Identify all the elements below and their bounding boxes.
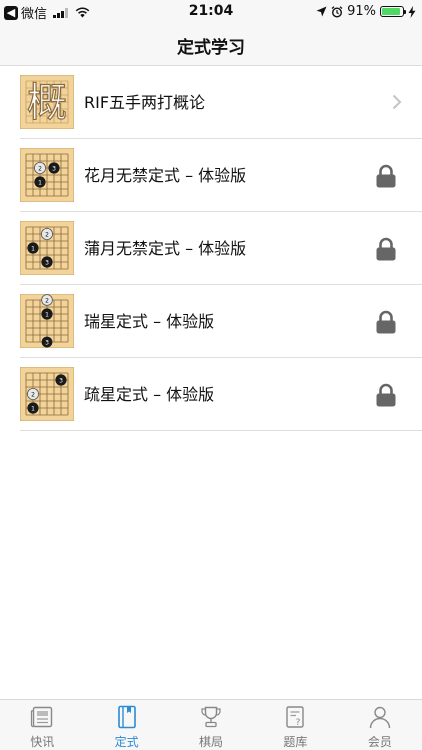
alarm-clock-icon: [331, 5, 343, 18]
tab-joseki[interactable]: 定式: [84, 700, 168, 750]
status-bar: ◀ 微信 21:04 91%: [0, 0, 422, 24]
battery-icon: [380, 6, 406, 17]
tab-problems[interactable]: ? 题库: [253, 700, 337, 750]
svg-text:2: 2: [45, 231, 49, 238]
lock-icon: [376, 164, 396, 188]
thumbnail-board-position: 2 1 3: [20, 221, 74, 275]
svg-text:1: 1: [38, 179, 42, 186]
navigation-bar: 定式学习: [0, 24, 422, 66]
list-item-label: 花月无禁定式 – 体验版: [84, 166, 247, 185]
thumbnail-overview: 概: [20, 75, 74, 129]
list-item-rif-intro[interactable]: 概 RIF五手两打概论: [20, 66, 422, 139]
tab-bar: 快讯 定式 棋局 ? 题库 会员: [0, 699, 422, 750]
list-item-ruixing-joseki[interactable]: 2 1 3 瑞星定式 – 体验版: [20, 285, 422, 358]
tab-label: 定式: [114, 735, 139, 749]
svg-text:1: 1: [45, 311, 49, 318]
list-item-label: 瑞星定式 – 体验版: [84, 312, 215, 331]
thumbnail-board-position: 2 3 1: [20, 148, 74, 202]
tab-games[interactable]: 棋局: [169, 700, 253, 750]
trophy-icon: [201, 706, 221, 728]
battery-percent: 91%: [347, 4, 376, 19]
svg-text:3: 3: [45, 339, 49, 346]
book-icon: [117, 705, 136, 729]
location-arrow-icon: [316, 6, 327, 17]
thumbnail-character: 概: [27, 80, 67, 126]
tab-news[interactable]: 快讯: [0, 700, 84, 750]
tab-label: 快讯: [30, 735, 55, 749]
list-item-label: 疏星定式 – 体验版: [84, 385, 215, 404]
thumbnail-board-position: 2 1 3: [20, 294, 74, 348]
svg-text:3: 3: [45, 259, 49, 266]
status-right: 91%: [316, 4, 416, 19]
charging-bolt-icon: [408, 5, 416, 18]
battery-level-fill: [382, 8, 401, 15]
svg-text:1: 1: [31, 405, 35, 412]
lock-icon: [376, 237, 396, 261]
svg-text:2: 2: [31, 391, 35, 398]
page-title: 定式学习: [177, 38, 245, 58]
list-item-huayue-joseki[interactable]: 2 3 1 花月无禁定式 – 体验版: [20, 139, 422, 212]
tab-membership[interactable]: 会员: [338, 700, 422, 750]
svg-text:3: 3: [59, 377, 63, 384]
svg-text:2: 2: [38, 165, 42, 172]
lock-icon: [376, 383, 396, 407]
svg-text:1: 1: [31, 245, 35, 252]
newspaper-icon: [31, 706, 53, 728]
tab-label: 棋局: [199, 735, 224, 749]
question-doc-icon: ?: [286, 706, 305, 728]
lock-icon: [376, 310, 396, 334]
svg-text:3: 3: [52, 165, 56, 172]
tab-label: 会员: [367, 735, 392, 749]
joseki-list: 概 RIF五手两打概论 2 3 1 花月无禁定式 – 体验版 2 1 3 蒲月无…: [20, 66, 422, 431]
tab-label: 题库: [283, 735, 308, 749]
list-item-puyue-joseki[interactable]: 2 1 3 蒲月无禁定式 – 体验版: [20, 212, 422, 285]
svg-text:2: 2: [45, 297, 49, 304]
thumbnail-board-position: 3 2 1: [20, 367, 74, 421]
list-item-label: RIF五手两打概论: [84, 93, 206, 112]
person-icon: [369, 706, 391, 729]
list-item-shuxing-joseki[interactable]: 3 2 1 疏星定式 – 体验版: [20, 358, 422, 431]
list-item-label: 蒲月无禁定式 – 体验版: [84, 239, 247, 258]
svg-text:?: ?: [296, 718, 301, 728]
chevron-right-icon: [392, 94, 402, 110]
